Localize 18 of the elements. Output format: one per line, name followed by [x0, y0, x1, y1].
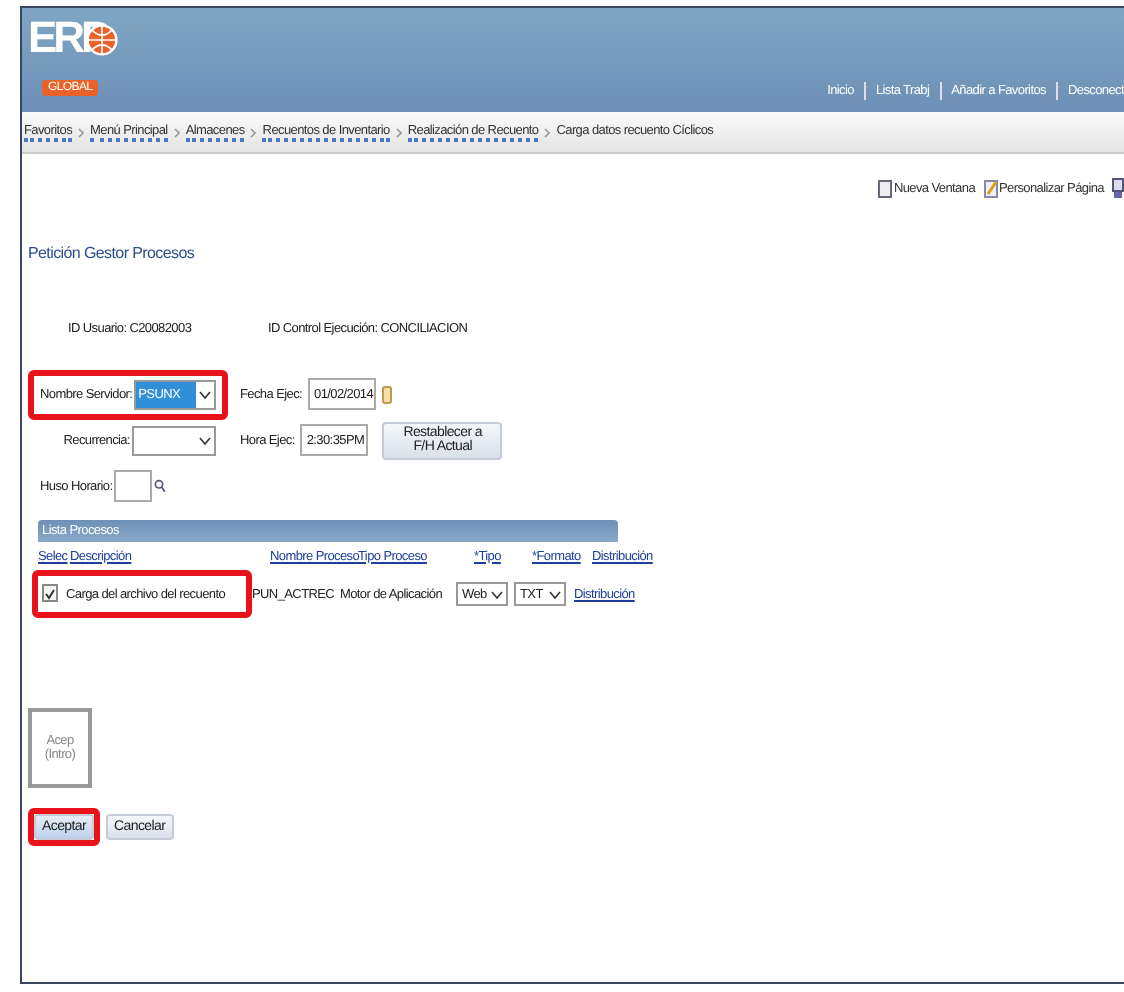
page-title: Petición Gestor Procesos [28, 244, 197, 262]
help-icon[interactable] [1112, 178, 1124, 198]
caret-icon [198, 389, 212, 399]
caret-icon [198, 435, 212, 445]
pencil-icon [983, 179, 998, 197]
chevron-icon [78, 127, 85, 137]
recurrence-dropdown[interactable] [132, 425, 216, 455]
chevron-icon [173, 127, 180, 137]
caret-icon [548, 589, 562, 599]
calendar-icon[interactable] [382, 385, 393, 403]
search-icon[interactable] [154, 478, 166, 494]
window-icon [877, 179, 892, 197]
chevron-icon [544, 127, 551, 137]
checkbox[interactable] [42, 584, 58, 603]
timezone-field[interactable] [114, 470, 153, 502]
chevron-icon [395, 127, 402, 137]
caret-icon [490, 589, 504, 599]
chevron-icon [250, 127, 257, 137]
